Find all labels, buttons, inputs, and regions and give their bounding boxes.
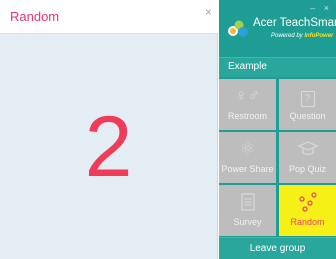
tile-label: Survey xyxy=(233,217,262,227)
survey-icon xyxy=(219,191,276,213)
graduation-cap-icon xyxy=(279,138,336,160)
random-result-window: Random × 2 xyxy=(0,0,218,259)
question-glyph: ? xyxy=(300,91,315,107)
restroom-icon: ♀♂ xyxy=(234,86,261,105)
random-window-title: Random xyxy=(10,9,60,24)
brand-title: Acer TeachSmart xyxy=(253,17,336,29)
tile-restroom[interactable]: ♀♂ Restroom xyxy=(219,79,276,130)
close-icon[interactable]: × xyxy=(205,5,212,19)
random-dots-icon xyxy=(279,191,336,213)
random-window-header: Random × xyxy=(0,0,218,34)
tile-label: Question xyxy=(289,111,326,121)
tile-question[interactable]: ? Question xyxy=(279,79,336,130)
powered-brand: InfoPower xyxy=(304,33,334,39)
powered-by-label: Powered by xyxy=(271,33,303,39)
teachsmart-panel: – × Acer TeachSmart Powered by InfoPower… xyxy=(219,0,336,259)
tile-pop-quiz[interactable]: Pop Quiz xyxy=(279,132,336,183)
tile-label: Random xyxy=(290,217,325,227)
random-result-area: 2 xyxy=(0,34,217,259)
teachsmart-logo-icon xyxy=(228,20,248,37)
window-controls[interactable]: – × xyxy=(310,3,332,13)
leave-group-button[interactable]: Leave group xyxy=(219,237,336,259)
tile-power-share[interactable]: ⚛ Power Share xyxy=(219,132,276,183)
tile-label: Power Share xyxy=(221,164,274,174)
tile-label: Restroom xyxy=(227,111,267,121)
tile-survey[interactable]: Survey xyxy=(219,185,276,236)
power-share-icon: ⚛ xyxy=(239,139,256,158)
random-result-number: 2 xyxy=(84,99,133,195)
section-header-example[interactable]: Example xyxy=(219,57,336,77)
tile-random[interactable]: Random xyxy=(279,185,336,236)
question-icon: ? xyxy=(279,85,336,107)
tile-label: Pop Quiz xyxy=(288,164,327,174)
powered-by-text: Powered by InfoPower xyxy=(271,33,333,39)
section-label: Example xyxy=(228,61,267,72)
brand-header: – × Acer TeachSmart Powered by InfoPower xyxy=(219,0,336,55)
leave-group-label: Leave group xyxy=(249,243,306,254)
function-grid: ♀♂ Restroom ? Question ⚛ Power Share Pop… xyxy=(219,79,336,236)
